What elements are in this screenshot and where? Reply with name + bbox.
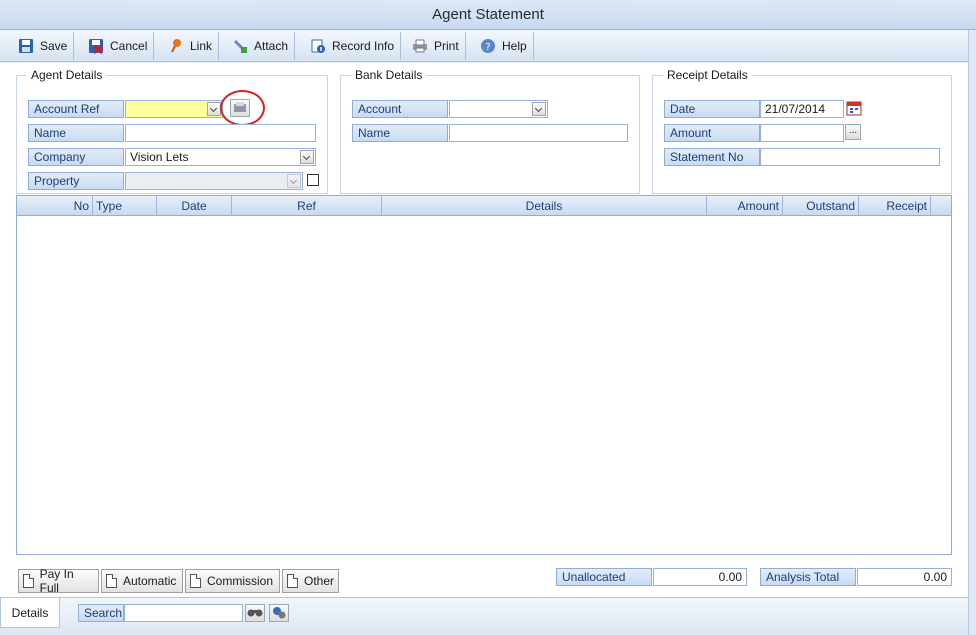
record-info-label: Record Info: [332, 39, 395, 53]
document-icon: [190, 574, 201, 588]
search-label: Search: [78, 604, 124, 622]
bank-details-title: Bank Details: [351, 68, 427, 82]
company-dropdown[interactable]: Vision Lets: [125, 148, 316, 166]
document-icon: [106, 574, 117, 588]
property-checkbox[interactable]: [307, 174, 319, 186]
agent-details-title: Agent Details: [27, 68, 107, 82]
bank-account-label: Account: [352, 100, 448, 118]
print-button[interactable]: Print: [406, 32, 466, 60]
agent-name-field[interactable]: [125, 124, 316, 142]
bank-name-field[interactable]: [449, 124, 628, 142]
unallocated-value: 0.00: [653, 568, 747, 586]
bank-name-label: Name: [352, 124, 448, 142]
document-icon: [287, 574, 298, 588]
attach-label: Attach: [254, 39, 289, 53]
print-label: Print: [434, 39, 459, 53]
amount-ellipsis-button[interactable]: ...: [845, 124, 861, 140]
pay-in-full-button[interactable]: Pay In Full: [18, 567, 99, 595]
company-value: Vision Lets: [130, 150, 189, 164]
agent-name-label: Name: [28, 124, 124, 142]
pay-in-full-label: Pay In Full: [39, 567, 74, 595]
svg-text:?: ?: [485, 42, 490, 53]
calendar-icon[interactable]: [846, 100, 862, 116]
receipt-details-title: Receipt Details: [663, 68, 752, 82]
chevron-down-icon[interactable]: [207, 102, 221, 116]
amount-field[interactable]: [760, 124, 844, 142]
advanced-search-button[interactable]: [269, 604, 289, 622]
other-label: Other: [303, 574, 334, 588]
window-title: Agent Statement: [0, 0, 976, 30]
window-edge: [968, 30, 976, 635]
account-ref-dropdown[interactable]: [125, 100, 223, 118]
link-button[interactable]: Link: [162, 32, 220, 60]
cancel-icon: [88, 38, 104, 54]
col-amount[interactable]: Amount: [707, 196, 783, 216]
account-ref-label: Account Ref: [28, 100, 124, 118]
col-ref[interactable]: Ref: [232, 196, 382, 216]
grid-header: No Type Date Ref Details Amount Outstand…: [17, 196, 951, 216]
analysis-total-value: 0.00: [857, 568, 952, 586]
search-input[interactable]: [124, 604, 243, 622]
amount-label: Amount: [664, 124, 760, 142]
unallocated-label: Unallocated: [556, 568, 652, 586]
cancel-button[interactable]: Cancel: [82, 32, 155, 60]
cancel-label: Cancel: [110, 39, 148, 53]
attach-button[interactable]: Attach: [226, 32, 296, 60]
record-info-icon: [310, 38, 326, 54]
help-icon: ?: [480, 38, 496, 54]
col-date[interactable]: Date: [157, 196, 232, 216]
bank-account-dropdown[interactable]: [449, 100, 548, 118]
document-icon: [23, 574, 34, 588]
print-icon: [412, 38, 428, 54]
automatic-label: Automatic: [123, 574, 177, 588]
save-icon: [18, 38, 34, 54]
status-bar: Details Search: [0, 597, 968, 635]
company-label: Company: [28, 148, 124, 166]
statement-no-field[interactable]: [760, 148, 940, 166]
search-button[interactable]: [245, 604, 265, 622]
property-dropdown: [125, 172, 303, 190]
allocation-grid[interactable]: No Type Date Ref Details Amount Outstand…: [16, 195, 952, 555]
automatic-button[interactable]: Automatic: [101, 569, 183, 593]
commission-label: Commission: [207, 574, 274, 588]
record-info-button[interactable]: Record Info: [304, 32, 402, 60]
commission-button[interactable]: Commission: [185, 569, 280, 593]
col-no[interactable]: No: [17, 196, 93, 216]
statement-no-label: Statement No: [664, 148, 760, 166]
col-receipt[interactable]: Receipt: [859, 196, 931, 216]
help-button[interactable]: ? Help: [474, 32, 534, 60]
help-label: Help: [502, 39, 527, 53]
save-label: Save: [40, 39, 68, 53]
analysis-total-label: Analysis Total: [760, 568, 856, 586]
save-button[interactable]: Save: [12, 32, 75, 60]
chevron-down-icon: [287, 174, 301, 188]
other-button[interactable]: Other: [282, 569, 339, 593]
chevron-down-icon[interactable]: [532, 102, 546, 116]
chevron-down-icon[interactable]: [300, 150, 314, 164]
tab-details[interactable]: Details: [0, 598, 60, 628]
annotation-circle: [220, 90, 265, 126]
toolbar: Save Cancel Link Attach Record Info Prin…: [0, 30, 976, 62]
col-details[interactable]: Details: [382, 196, 707, 216]
search-settings-icon: [273, 607, 286, 619]
col-type[interactable]: Type: [93, 196, 157, 216]
binoculars-icon: [247, 609, 263, 617]
link-label: Link: [190, 39, 213, 53]
date-field[interactable]: 21/07/2014: [760, 100, 844, 118]
property-label: Property: [28, 172, 124, 190]
attach-icon: [232, 38, 248, 54]
col-outstand[interactable]: Outstand: [783, 196, 859, 216]
link-icon: [168, 38, 184, 54]
date-label: Date: [664, 100, 760, 118]
